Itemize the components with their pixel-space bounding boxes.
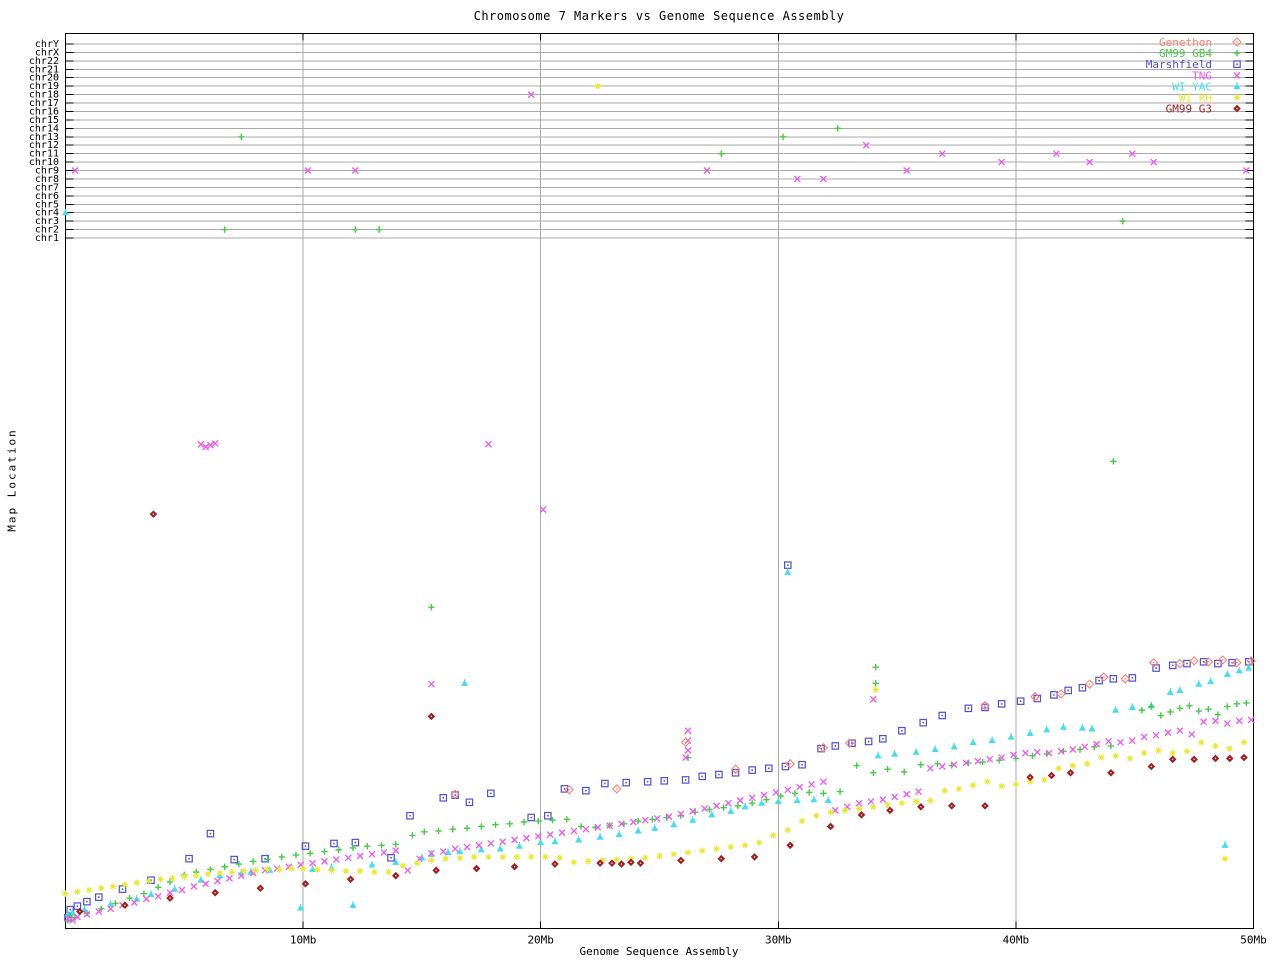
scatter-plot-svg: chrYchrXchr22chr21chr20chr19chr18chr17ch… [29,33,1267,947]
chromosome-labels: chrYchrXchr22chr21chr20chr19chr18chr17ch… [29,39,59,244]
x-tick-label: 10Mb [290,934,317,947]
x-tick-label: 50Mb [1240,934,1267,947]
series-points-marshfield [64,561,1253,922]
series-points-gm99-g3 [75,510,1248,916]
x-tick-label: 20Mb [527,934,554,947]
x-tick-labels: 10Mb 20Mb 30Mb 40Mb 50Mb [290,934,1267,947]
legend: GenethonGM99 GB4MarshfieldTNGWI YACWI RH… [1146,36,1242,116]
legend-label: GM99 G3 [1166,103,1212,116]
plot-border-and-ticks [65,33,1254,929]
gridlines [65,33,1254,929]
plot-border [65,33,1254,929]
series-points-gm99-gb4 [64,125,1250,924]
chromosome7-marker-plot: Chromosome 7 Markers vs Genome Sequence … [0,0,1280,960]
x-tick-label: 30Mb [765,934,792,947]
series-points-tng [64,91,1255,924]
chromosome-label: chr1 [35,233,59,244]
legend-entry-gm99-g3: GM99 G3 [1166,103,1241,116]
series-points-wi-yac [61,208,1253,918]
series-points-genethon [450,655,1256,800]
x-tick-label: 40Mb [1003,934,1030,947]
